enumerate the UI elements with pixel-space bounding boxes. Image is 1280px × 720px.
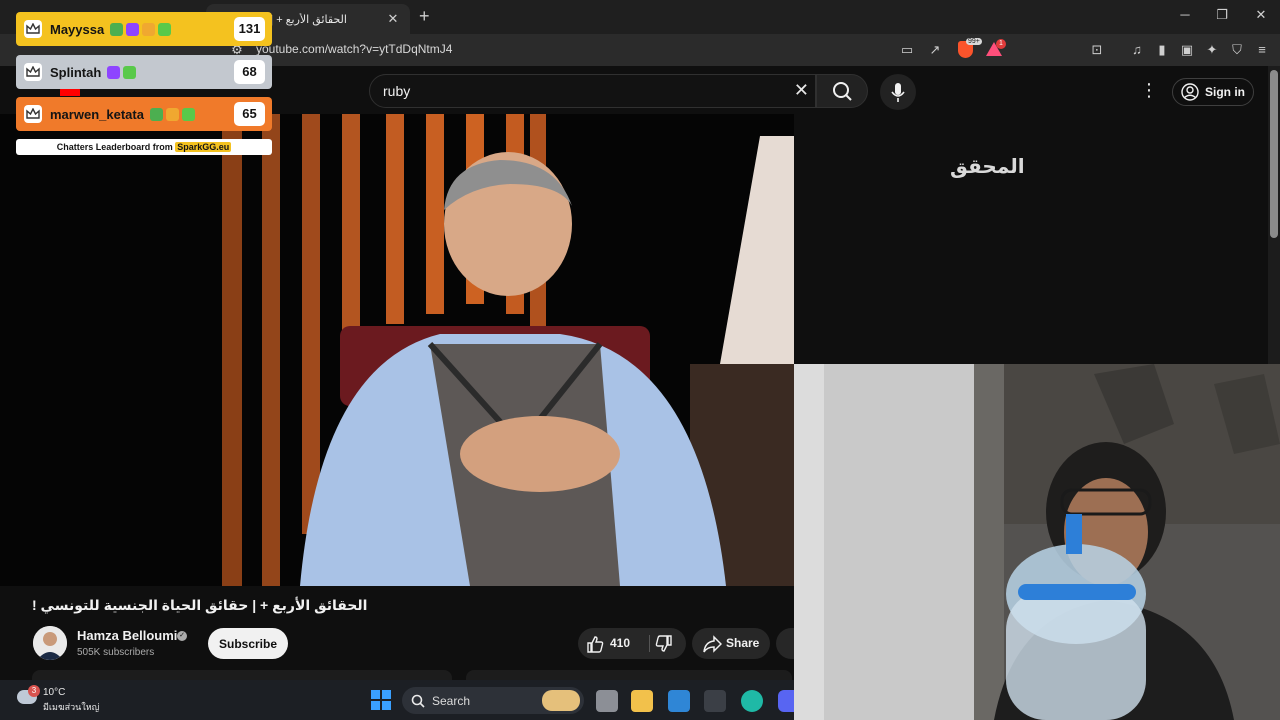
- webcam-overlay: [794, 364, 1280, 720]
- star-badge-icon: [123, 65, 137, 79]
- like-count[interactable]: 410: [610, 636, 630, 650]
- leaderboard-name: Splintah: [50, 64, 102, 80]
- star-badge-icon: [158, 22, 172, 36]
- share-button[interactable]: Share: [692, 628, 770, 659]
- sidebar-icon[interactable]: ▮: [1153, 42, 1171, 58]
- url-field[interactable]: youtube.com/watch?v=ytTdDqNtmJ4: [256, 42, 452, 56]
- ai-icon[interactable]: ✦: [1203, 42, 1221, 58]
- share-page-icon[interactable]: ↗: [926, 42, 944, 58]
- leaderboard-footer: Chatters Leaderboard from SparkGG.eu: [16, 139, 272, 155]
- video-title: الحقائق الأربع + | حقائق الحياة الجنسية …: [32, 597, 368, 613]
- channel-avatar[interactable]: [33, 626, 67, 660]
- account-icon: [1181, 83, 1199, 101]
- verified-icon: ✓: [177, 631, 187, 641]
- scroll-thumb[interactable]: [1270, 70, 1278, 238]
- subscriber-badge-icon: [142, 22, 156, 36]
- file-explorer-icon[interactable]: [631, 690, 653, 712]
- close-window-icon[interactable]: ✕: [1251, 7, 1271, 23]
- video-frame: [0, 114, 794, 586]
- subscriber-count: 505K subscribers: [77, 647, 155, 658]
- unity-icon[interactable]: [704, 690, 726, 712]
- leaderboard-entry: marwen_ketata 65: [16, 97, 272, 131]
- sign-in-label: Sign in: [1205, 85, 1245, 99]
- media-icon[interactable]: ♫: [1128, 42, 1146, 57]
- like-dislike-group: 410: [578, 628, 686, 659]
- weather-description[interactable]: มีเมฆส่วนใหญ่: [43, 700, 99, 714]
- leaderboard-entry: Splintah 68: [16, 55, 272, 89]
- wallet-icon[interactable]: ▣: [1178, 42, 1196, 58]
- channel-name[interactable]: Hamza Belloumi: [77, 628, 177, 643]
- leaderboard-score: 131: [234, 17, 265, 41]
- search-icon: [411, 694, 425, 708]
- subscribe-button[interactable]: Subscribe: [208, 628, 288, 659]
- search-button[interactable]: [816, 74, 868, 108]
- cast-icon[interactable]: ▭: [898, 42, 916, 58]
- menu-icon[interactable]: ≡: [1253, 42, 1271, 57]
- avatar-image: [33, 626, 67, 660]
- thumbs-down-icon[interactable]: [655, 635, 673, 653]
- store-icon[interactable]: [668, 690, 690, 712]
- leaderboard-name: Mayyssa: [50, 21, 105, 37]
- minimize-icon[interactable]: ─: [1175, 7, 1195, 22]
- leaderboard-score: 68: [234, 60, 265, 84]
- crown-icon: [24, 20, 42, 38]
- taskbar-search[interactable]: Search: [402, 687, 584, 714]
- sign-in-button[interactable]: Sign in: [1172, 78, 1254, 106]
- screenshot-icon[interactable]: ⊡: [1088, 42, 1106, 58]
- alert-count-badge: 1: [996, 39, 1006, 49]
- more-options-icon[interactable]: ⋮: [1140, 80, 1158, 101]
- search-highlight-icon: [542, 690, 580, 711]
- download-button[interactable]: [776, 628, 796, 659]
- thumbs-up-icon[interactable]: [586, 635, 604, 653]
- share-label: Share: [726, 636, 760, 650]
- clear-search-icon[interactable]: ✕: [794, 80, 809, 101]
- subscriber-badge-icon: [165, 107, 179, 121]
- channel-watermark-logo: المحقق: [950, 154, 1025, 178]
- video-player[interactable]: المحقق: [0, 114, 794, 586]
- search-query: ruby: [383, 83, 411, 99]
- voice-search-button[interactable]: [880, 74, 916, 110]
- sparkgg-brand: SparkGG.eu: [175, 142, 232, 152]
- prime-badge-icon: [107, 65, 121, 79]
- windows-start-icon[interactable]: [371, 690, 391, 710]
- search-icon: [833, 82, 852, 101]
- leaderboard-score: 65: [234, 102, 265, 126]
- shields-count-badge: 99+: [966, 38, 982, 45]
- taskbar-search-label: Search: [432, 694, 471, 708]
- star-badge-icon: [181, 107, 195, 121]
- crown-icon: [24, 105, 42, 123]
- weather-alert-badge: 3: [28, 685, 40, 697]
- restore-icon[interactable]: ❐: [1212, 7, 1232, 23]
- edge-icon[interactable]: [741, 690, 763, 712]
- leaderboard-name: marwen_ketata: [50, 106, 144, 122]
- microphone-icon: [891, 83, 905, 102]
- moderator-badge-icon: [110, 22, 124, 36]
- moderator-badge-icon: [149, 107, 163, 121]
- new-tab-icon[interactable]: +: [419, 6, 430, 27]
- screen: الحقائق الأربع + | حقائق ال... ✕ + ─ ❐ ✕…: [0, 0, 1280, 720]
- webcam-feed: [794, 364, 1280, 720]
- leaderboard-footer-text: Chatters Leaderboard from: [56, 142, 173, 152]
- like-divider: [649, 635, 650, 652]
- search-input[interactable]: ruby ✕: [369, 74, 816, 108]
- share-icon: [703, 635, 722, 653]
- crown-icon: [24, 63, 42, 81]
- vpn-icon[interactable]: ⛉: [1228, 42, 1246, 58]
- weather-temperature[interactable]: 10°C: [43, 687, 65, 698]
- tab-close-icon[interactable]: ✕: [386, 11, 400, 27]
- prime-badge-icon: [126, 22, 140, 36]
- discord-icon[interactable]: [778, 690, 794, 712]
- leaderboard-entry: Mayyssa 131: [16, 12, 272, 46]
- task-view-icon[interactable]: [596, 690, 618, 712]
